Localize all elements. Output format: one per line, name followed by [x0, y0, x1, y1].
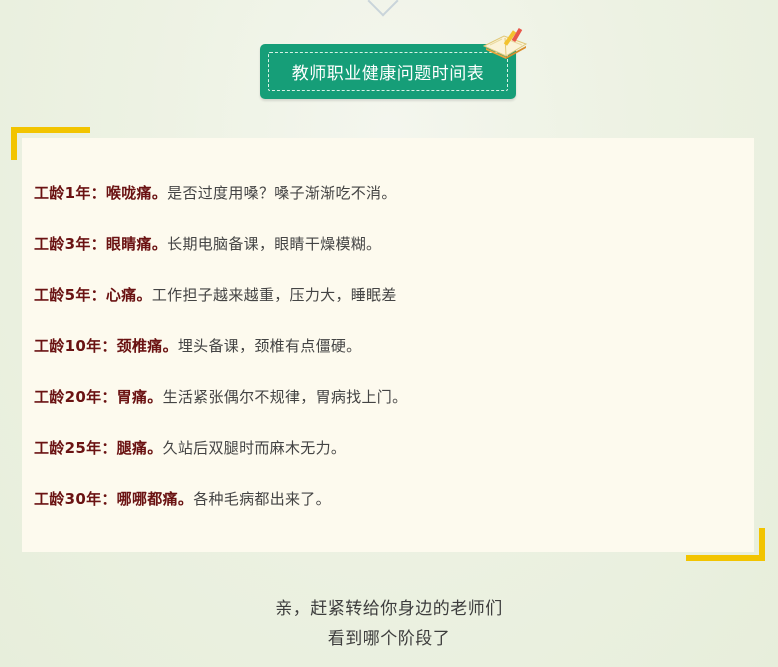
corner-accent-top-left	[11, 127, 90, 133]
item-label: 工龄30年：哪哪都痛。	[34, 490, 194, 508]
item-text: 长期电脑备课，眼睛干燥模糊。	[167, 235, 382, 253]
corner-accent-top-left	[11, 127, 17, 160]
timeline-item: 工龄30年：哪哪都痛。各种毛病都出来了。	[34, 488, 331, 509]
timeline-item: 工龄25年：腿痛。久站后双腿时而麻木无力。	[34, 437, 346, 458]
item-label: 工龄3年：眼睛痛。	[34, 235, 168, 253]
timeline-item: 工龄1年：喉咙痛。是否过度用嗓？嗓子渐渐吃不消。	[34, 182, 397, 203]
page-title: 教师职业健康问题时间表	[268, 52, 508, 91]
title-banner: 教师职业健康问题时间表	[260, 44, 516, 99]
item-text: 是否过度用嗓？嗓子渐渐吃不消。	[167, 184, 397, 202]
item-label: 工龄5年：心痛。	[34, 286, 152, 304]
item-label: 工龄25年：腿痛。	[34, 439, 163, 457]
item-label: 工龄20年：胃痛。	[34, 388, 163, 406]
footer-line-1: 亲，赶紧转给你身边的老师们	[275, 599, 503, 619]
corner-accent-bottom-right	[759, 528, 765, 561]
item-text: 工作担子越来越重，压力大，睡眠差	[151, 286, 397, 304]
footer-line-2: 看到哪个阶段了	[327, 629, 451, 649]
timeline-item: 工龄10年：颈椎痛。埋头备课，颈椎有点僵硬。	[34, 335, 361, 356]
item-text: 埋头备课，颈椎有点僵硬。	[177, 337, 362, 355]
health-timeline-card: 工龄1年：喉咙痛。是否过度用嗓？嗓子渐渐吃不消。 工龄3年：眼睛痛。长期电脑备课…	[22, 138, 754, 552]
timeline-item: 工龄5年：心痛。工作担子越来越重，压力大，睡眠差	[34, 284, 397, 305]
book-pencil-icon	[482, 27, 528, 59]
item-label: 工龄10年：颈椎痛。	[34, 337, 178, 355]
item-text: 各种毛病都出来了。	[193, 490, 331, 508]
item-text: 生活紧张偶尔不规律，胃病找上门。	[162, 388, 408, 406]
timeline-item: 工龄3年：眼睛痛。长期电脑备课，眼睛干燥模糊。	[34, 233, 381, 254]
timeline-item: 工龄20年：胃痛。生活紧张偶尔不规律，胃病找上门。	[34, 386, 407, 407]
item-label: 工龄1年：喉咙痛。	[34, 184, 168, 202]
corner-accent-bottom-right	[686, 555, 765, 561]
item-text: 久站后双腿时而麻木无力。	[162, 439, 347, 457]
